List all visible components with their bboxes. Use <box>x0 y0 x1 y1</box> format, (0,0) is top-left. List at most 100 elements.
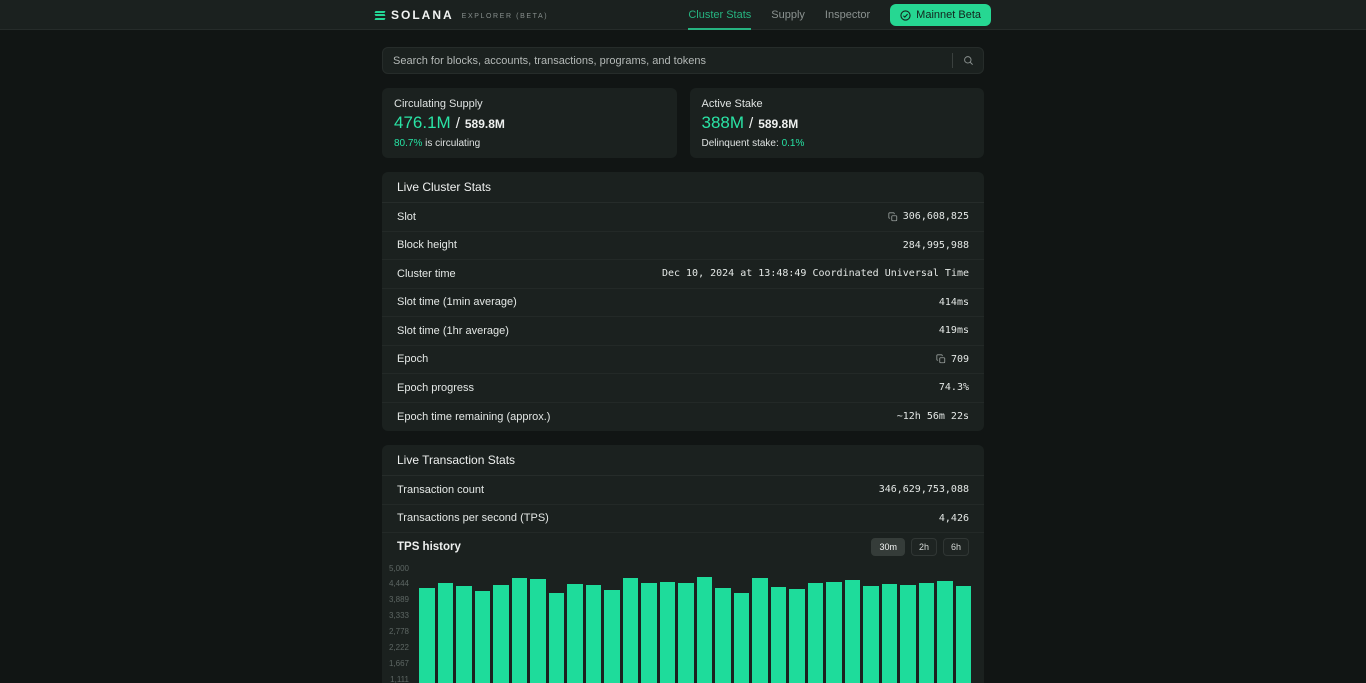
tps-bar <box>734 593 750 683</box>
delinquent-label: Delinquent stake: <box>702 138 782 149</box>
supply-card-footer: 80.7% is circulating <box>394 138 665 149</box>
table-row-cluster-time: Cluster time Dec 10, 2024 at 13:48:49 Co… <box>382 260 984 289</box>
circulating-text: is circulating <box>422 138 480 149</box>
copy-icon[interactable] <box>888 212 898 222</box>
y-tick-label: 2,778 <box>382 627 409 636</box>
range-button-6h[interactable]: 6h <box>943 538 969 556</box>
slot-time-1hr-value: 419ms <box>939 325 969 336</box>
y-tick-label: 5,000 <box>382 564 409 573</box>
tps-bar <box>549 593 565 683</box>
live-cluster-stats-card: Live Cluster Stats Slot 306,608,825 Bloc… <box>382 172 984 431</box>
circulating-supply-card: Circulating Supply 476.1M / 589.8M 80.7%… <box>382 88 677 158</box>
row-label: Transactions per second (TPS) <box>397 512 549 524</box>
tps-bar <box>438 583 454 683</box>
tps-history-chart: 5,0004,4443,8893,3332,7782,2221,6671,111… <box>382 568 984 683</box>
tps-bar <box>567 584 583 683</box>
tps-bar <box>623 578 639 683</box>
solana-logo-icon <box>375 11 385 20</box>
tps-bar <box>789 589 805 683</box>
main-nav: Cluster Stats Supply Inspector Mainnet B… <box>688 0 991 30</box>
search-bar <box>382 47 984 74</box>
y-tick-label: 4,444 <box>382 579 409 588</box>
table-row-transaction-count: Transaction count 346,629,753,088 <box>382 476 984 505</box>
supply-separator: / <box>456 115 460 132</box>
chart-bars <box>419 568 971 683</box>
tps-bar <box>808 583 824 683</box>
nav-inspector[interactable]: Inspector <box>825 0 870 30</box>
supply-card-title: Circulating Supply <box>394 98 665 110</box>
tps-bar <box>512 578 528 683</box>
table-row-tps: Transactions per second (TPS) 4,426 <box>382 505 984 534</box>
active-stake-card: Active Stake 388M / 589.8M Delinquent st… <box>690 88 985 158</box>
row-label: Block height <box>397 239 457 251</box>
slot-time-1min-value: 414ms <box>939 297 969 308</box>
row-label: Epoch time remaining (approx.) <box>397 411 550 423</box>
tps-bar <box>419 588 435 683</box>
stake-separator: / <box>749 115 753 132</box>
active-stake-value: 388M <box>702 113 745 133</box>
y-tick-label: 1,667 <box>382 659 409 668</box>
row-label: Slot <box>397 211 416 223</box>
circulating-percent: 80.7% <box>394 138 422 149</box>
tps-bar <box>863 586 879 683</box>
logo-subtitle: EXPLORER (BETA) <box>462 13 549 20</box>
transaction-count-value: 346,629,753,088 <box>879 484 969 495</box>
tps-bar <box>660 582 676 683</box>
cluster-stats-title: Live Cluster Stats <box>382 172 984 203</box>
tps-bar <box>604 590 620 683</box>
tps-history-label: TPS history <box>397 541 461 553</box>
row-label: Slot time (1min average) <box>397 296 517 308</box>
y-tick-label: 3,333 <box>382 611 409 620</box>
tps-bar <box>493 585 509 683</box>
range-button-30m[interactable]: 30m <box>871 538 905 556</box>
table-row-block-height: Block height 284,995,988 <box>382 232 984 261</box>
tps-bar <box>715 588 731 683</box>
table-row-slot: Slot 306,608,825 <box>382 203 984 232</box>
tps-bar <box>530 579 546 683</box>
block-height-value: 284,995,988 <box>903 240 969 251</box>
table-row-epoch-progress: Epoch progress 74.3% <box>382 374 984 403</box>
check-circle-icon <box>900 10 911 21</box>
tps-bar <box>456 586 472 683</box>
search-input[interactable] <box>383 55 952 67</box>
search-icon[interactable] <box>953 55 983 66</box>
table-row-epoch: Epoch 709 <box>382 346 984 375</box>
slot-value-link[interactable]: 306,608,825 <box>903 211 969 222</box>
tps-bar <box>752 578 768 683</box>
tps-bar <box>826 582 842 683</box>
tps-bar <box>956 586 972 683</box>
delinquent-percent: 0.1% <box>782 138 805 149</box>
range-button-2h[interactable]: 2h <box>911 538 937 556</box>
y-tick-label: 2,222 <box>382 643 409 652</box>
nav-supply[interactable]: Supply <box>771 0 805 30</box>
epoch-remaining-value: ~12h 56m 22s <box>897 411 969 422</box>
total-supply-value: 589.8M <box>465 117 505 131</box>
row-label: Slot time (1hr average) <box>397 325 509 337</box>
network-name: Mainnet Beta <box>916 9 981 21</box>
table-row-slot-time-1min: Slot time (1min average) 414ms <box>382 289 984 318</box>
stake-card-footer: Delinquent stake: 0.1% <box>702 138 973 149</box>
row-label: Cluster time <box>397 268 456 280</box>
tps-bar <box>937 581 953 683</box>
copy-icon[interactable] <box>936 354 946 364</box>
tps-bar <box>771 587 787 683</box>
tps-bar <box>845 580 861 683</box>
tps-value: 4,426 <box>939 513 969 524</box>
epoch-value-link[interactable]: 709 <box>951 354 969 365</box>
y-tick-label: 1,111 <box>382 675 409 683</box>
tps-bar <box>475 591 491 683</box>
y-tick-label: 3,889 <box>382 595 409 604</box>
nav-cluster-stats[interactable]: Cluster Stats <box>688 0 751 30</box>
stake-card-title: Active Stake <box>702 98 973 110</box>
logo-text: SOLANA <box>391 8 454 22</box>
tps-bar <box>586 585 602 683</box>
solana-logo[interactable]: SOLANA EXPLORER (BETA) <box>375 8 548 22</box>
row-label: Transaction count <box>397 484 484 496</box>
network-selector-button[interactable]: Mainnet Beta <box>890 4 991 26</box>
tps-history-row: TPS history 30m 2h 6h <box>382 533 984 560</box>
live-transaction-stats-card: Live Transaction Stats Transaction count… <box>382 445 984 683</box>
cluster-time-value: Dec 10, 2024 at 13:48:49 Coordinated Uni… <box>662 268 969 279</box>
transaction-stats-title: Live Transaction Stats <box>382 445 984 476</box>
row-label: Epoch <box>397 353 428 365</box>
top-header: SOLANA EXPLORER (BETA) Cluster Stats Sup… <box>0 0 1366 30</box>
